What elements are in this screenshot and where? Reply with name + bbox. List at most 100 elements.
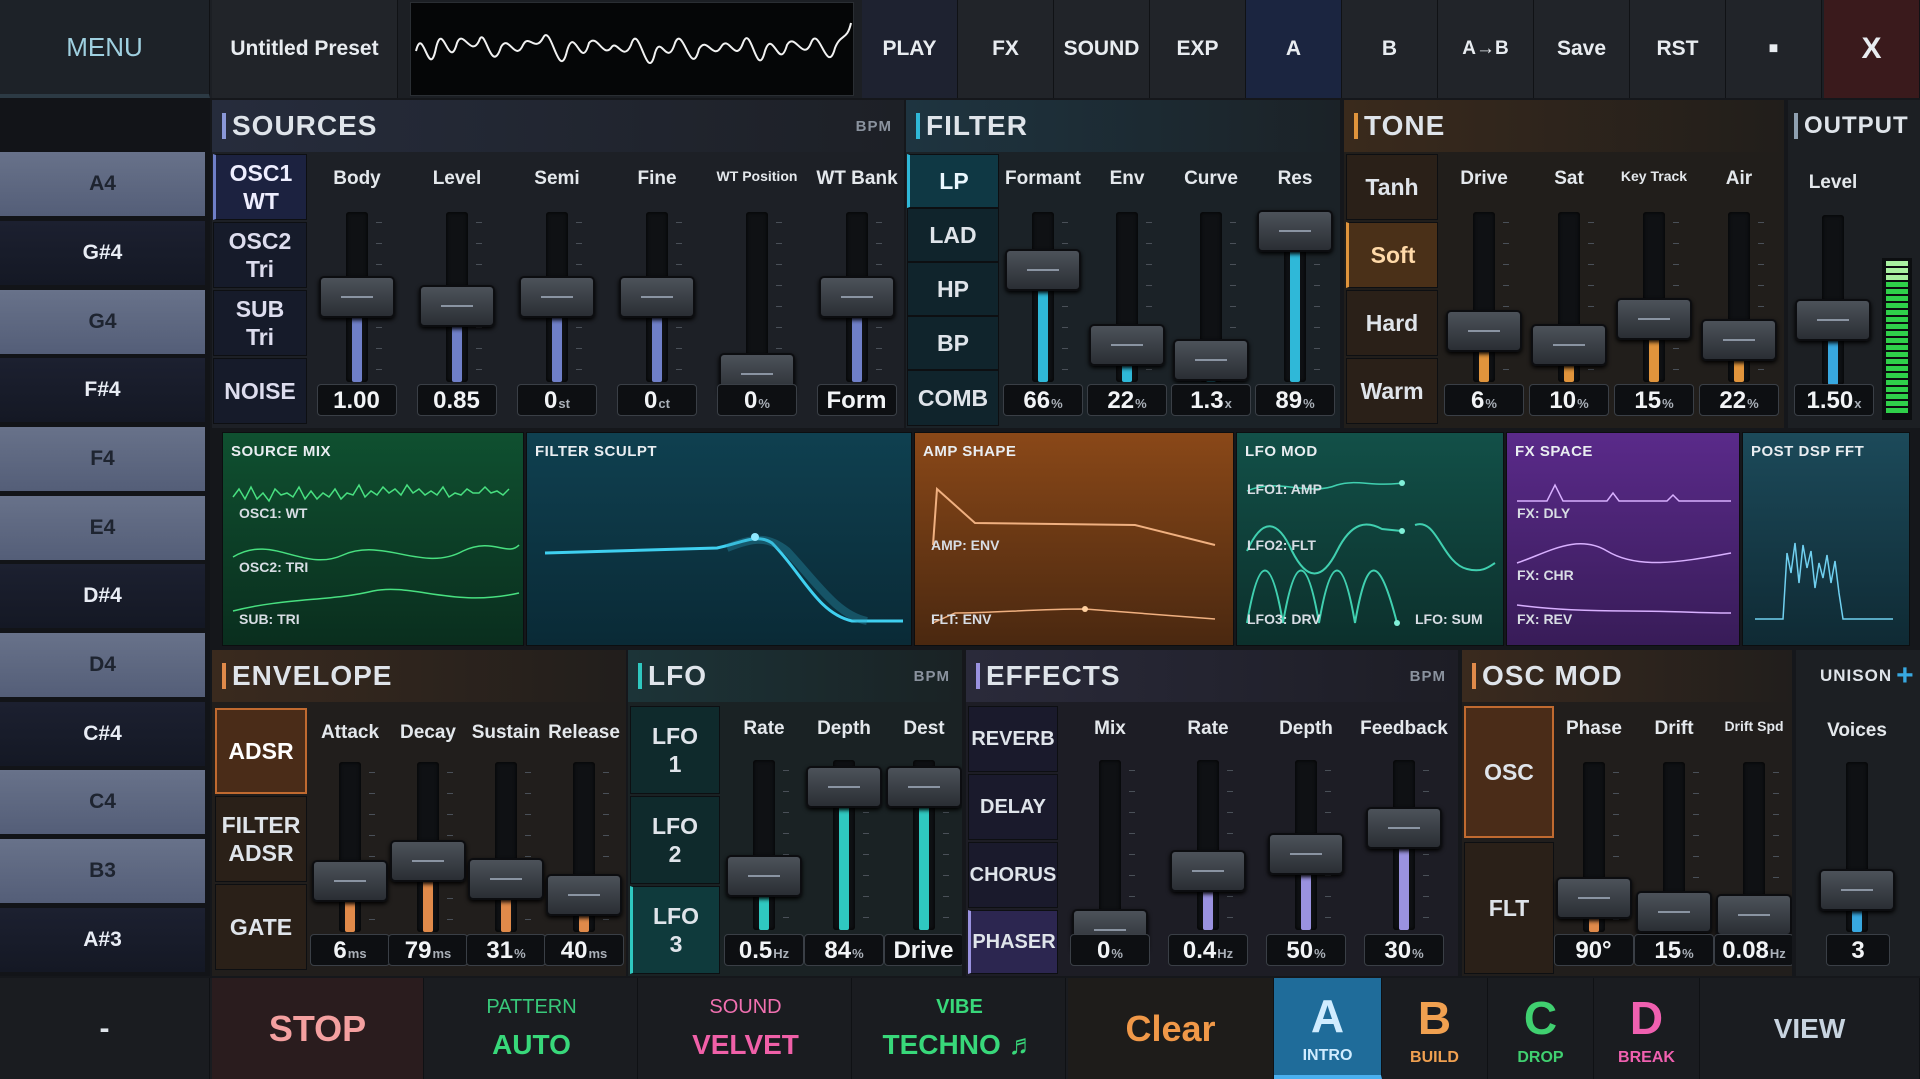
effects-slider-knob-2[interactable] [1268,832,1344,875]
lfo-slider-2[interactable] [886,760,962,930]
effects-value-2[interactable]: 50% [1266,934,1346,966]
filter-value-1[interactable]: 22% [1087,384,1167,416]
tone-slider-knob-2[interactable] [1616,298,1692,341]
envelope-slider-3[interactable] [546,762,622,932]
effects-value-0[interactable]: 0% [1070,934,1150,966]
tone-value-2[interactable]: 15% [1614,384,1694,416]
oscmod-slider-0[interactable] [1556,762,1632,932]
sources-slider-4[interactable] [719,212,795,395]
envelope-slider-knob-1[interactable] [390,839,466,882]
tone-value-0[interactable]: 6% [1444,384,1524,416]
reset-button[interactable]: RST [1630,0,1726,98]
effects-slider-1[interactable] [1170,760,1246,930]
filter-bp-button[interactable]: BP [907,316,999,370]
filter-hp-button[interactable]: HP [907,262,999,316]
key-f4[interactable]: F4 [0,427,205,491]
sound-selector[interactable]: SOUND VELVET [640,978,852,1079]
lfo-value-1[interactable]: 84% [804,934,884,966]
tone-slider-knob-0[interactable] [1446,310,1522,352]
tone-soft-button[interactable]: Soft [1346,222,1438,288]
tone-hard-button[interactable]: Hard [1346,290,1438,356]
osc1-button[interactable]: OSC1 WT [213,154,307,220]
tab-fx[interactable]: FX [958,0,1054,98]
tone-slider-knob-3[interactable] [1701,318,1777,361]
envelope-slider-knob-2[interactable] [468,858,544,901]
envelope-slider-knob-0[interactable] [312,860,388,902]
envelope-slider-knob-3[interactable] [546,873,622,916]
filter-comb-button[interactable]: COMB [907,370,999,426]
oscmod-value-2[interactable]: 0.08 Hz [1714,934,1792,966]
voices-slider[interactable] [1819,762,1895,932]
filter-value-0[interactable]: 66% [1003,384,1083,416]
scene-a-button[interactable]: A INTRO [1274,978,1382,1079]
filter-slider-0[interactable] [1005,212,1081,382]
effects-slider-3[interactable] [1366,760,1442,930]
sources-slider-1[interactable] [419,212,495,382]
effects-slider-2[interactable] [1268,760,1344,930]
ab-copy-button[interactable]: A→B [1438,0,1534,98]
lfo-value-0[interactable]: 0.5 Hz [724,934,804,966]
tone-slider-0[interactable] [1446,212,1522,382]
output-level-knob[interactable] [1795,299,1871,342]
fx-phaser-button[interactable]: PHASER [968,910,1058,974]
key-b3[interactable]: B3 [0,839,205,903]
lfo3-button[interactable]: LFO 3 [630,886,720,974]
keys-minus-button[interactable]: - [0,978,210,1079]
osc2-button[interactable]: OSC2 Tri [213,222,307,288]
tone-value-1[interactable]: 10% [1529,384,1609,416]
effects-slider-0[interactable] [1072,760,1148,951]
noise-button[interactable]: NOISE [213,358,307,424]
effects-value-3[interactable]: 30% [1364,934,1444,966]
sources-slider-0[interactable] [319,212,395,382]
sources-slider-2[interactable] [519,212,595,382]
envelope-slider-0[interactable] [312,762,388,932]
effects-slider-knob-1[interactable] [1170,849,1246,892]
envelope-slider-1[interactable] [390,762,466,932]
filter-slider-knob-3[interactable] [1257,209,1333,252]
lfo-slider-0[interactable] [726,760,802,930]
preset-name[interactable]: Untitled Preset [212,0,398,98]
oscmod-value-1[interactable]: 15% [1634,934,1714,966]
clear-button[interactable]: Clear [1068,978,1274,1079]
filter-slider-1[interactable] [1089,212,1165,382]
key-c4[interactable]: C4 [0,770,205,834]
filter-slider-3[interactable] [1257,209,1333,382]
oscmod-osc-button[interactable]: OSC [1464,706,1554,838]
oscmod-slider-knob-2[interactable] [1716,894,1792,936]
env-filter-adsr-button[interactable]: FILTER ADSR [215,796,307,882]
close-button[interactable]: X [1824,0,1920,98]
key-fs4[interactable]: F#4 [0,358,205,422]
sources-value-1[interactable]: 0.85 [417,384,497,416]
sources-value-2[interactable]: 0st [517,384,597,416]
ab-a-button[interactable]: A [1246,0,1342,98]
sources-slider-knob-0[interactable] [319,276,395,318]
env-gate-button[interactable]: GATE [215,884,307,970]
sources-slider-3[interactable] [619,212,695,382]
tone-slider-1[interactable] [1531,212,1607,382]
lfo-slider-1[interactable] [806,760,882,930]
oscmod-flt-button[interactable]: FLT [1464,842,1554,974]
scene-d-button[interactable]: D BREAK [1594,978,1700,1079]
save-button[interactable]: Save [1534,0,1630,98]
fx-reverb-button[interactable]: REVERB [968,706,1058,772]
effects-bpm[interactable]: BPM [1410,668,1446,685]
sources-value-0[interactable]: 1.00 [317,384,397,416]
envelope-value-2[interactable]: 31% [466,934,546,966]
oscmod-slider-knob-0[interactable] [1556,877,1632,919]
lfo-slider-knob-2[interactable] [886,766,962,809]
oscmod-slider-2[interactable] [1716,762,1792,936]
key-e4[interactable]: E4 [0,496,205,560]
tab-sound[interactable]: SOUND [1054,0,1150,98]
effects-value-1[interactable]: 0.4 Hz [1168,934,1248,966]
oscmod-slider-knob-1[interactable] [1636,890,1712,933]
key-gs4[interactable]: G#4 [0,221,205,285]
sources-value-5[interactable]: Form [817,384,897,416]
fx-chorus-button[interactable]: CHORUS [968,842,1058,908]
stop-square-icon[interactable]: ■ [1726,0,1822,98]
sources-slider-knob-2[interactable] [519,276,595,318]
output-level-value[interactable]: 1.50 x [1794,384,1874,416]
sources-slider-knob-1[interactable] [419,284,495,327]
sub-button[interactable]: SUB Tri [213,290,307,356]
sources-value-3[interactable]: 0 ct [617,384,697,416]
voices-value[interactable]: 3 [1826,934,1890,966]
